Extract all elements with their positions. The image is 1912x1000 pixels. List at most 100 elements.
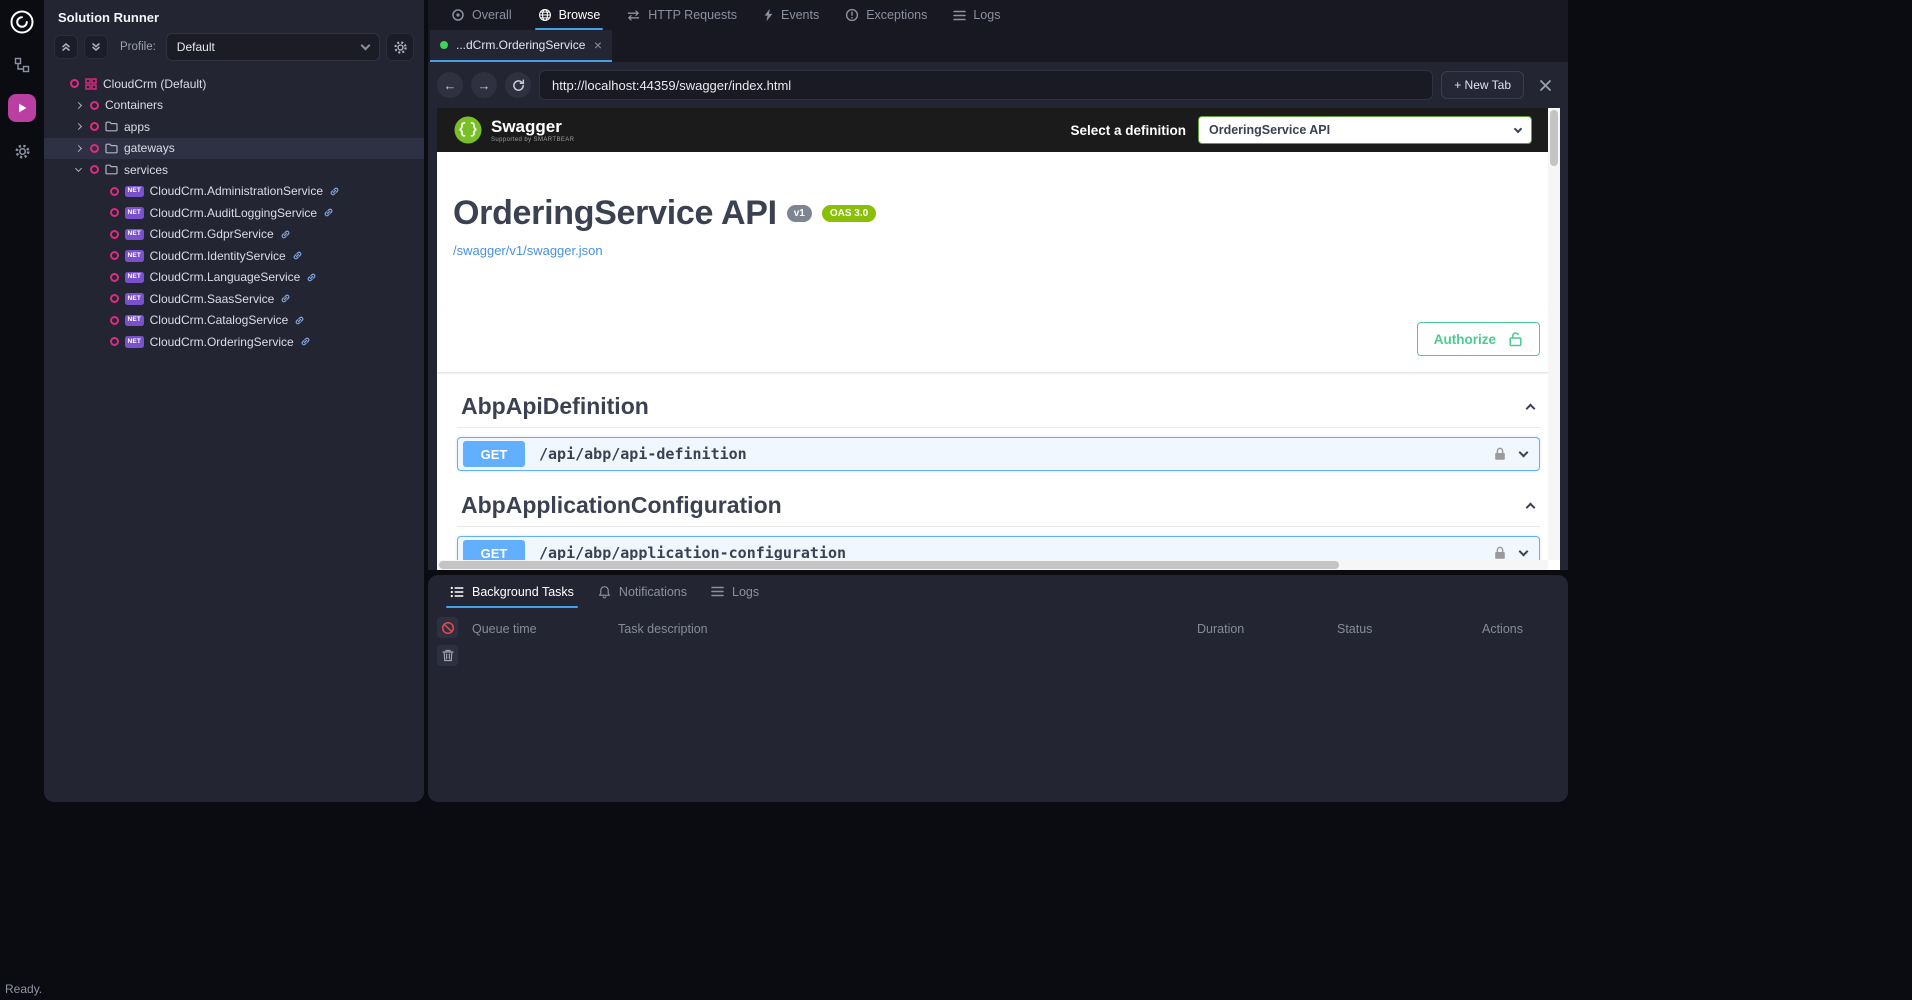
- tree-item-service[interactable]: NET CloudCrm.IdentityService: [44, 245, 424, 267]
- profile-settings-button[interactable]: [386, 33, 414, 61]
- swagger-brand: Swagger Supported by SMARTBEAR: [453, 115, 574, 145]
- select-definition-label: Select a definition: [1070, 123, 1186, 138]
- top-tab-bar: Overall Browse HTTP Requests Events Exce…: [428, 0, 1568, 30]
- settings-button[interactable]: [8, 137, 36, 165]
- chevron-down-icon: [1514, 124, 1522, 132]
- dotnet-badge: NET: [125, 186, 144, 198]
- tree-item-service[interactable]: NET CloudCrm.GdprService: [44, 224, 424, 246]
- tab-logs-bottom[interactable]: Logs: [699, 575, 771, 608]
- section-header-abpapplicationconfiguration[interactable]: AbpApplicationConfiguration: [457, 485, 1540, 527]
- tree-label: CloudCrm.SaasService: [150, 292, 275, 306]
- tree-label: Containers: [105, 98, 163, 112]
- horizontal-scrollbar[interactable]: [437, 560, 1548, 570]
- new-tab-button[interactable]: + New Tab: [1441, 71, 1524, 99]
- tree-item-service[interactable]: NET CloudCrm.OrderingService: [44, 331, 424, 353]
- collapse-chevron-icon[interactable]: [1526, 502, 1536, 512]
- browser-tab-label: ...dCrm.OrderingService: [456, 38, 585, 52]
- expand-chevron-icon[interactable]: [1519, 448, 1529, 458]
- scrollbar-thumb[interactable]: [439, 561, 1339, 569]
- scrollbar-thumb[interactable]: [1550, 110, 1558, 166]
- tree-item-service[interactable]: NET CloudCrm.CatalogService: [44, 310, 424, 332]
- tree-item-service[interactable]: NET CloudCrm.AdministrationService: [44, 181, 424, 203]
- logs-icon: [953, 10, 966, 21]
- exceptions-icon: [845, 8, 859, 22]
- column-duration: Duration: [1197, 622, 1337, 636]
- trash-icon: [442, 649, 454, 662]
- link-icon: [280, 229, 291, 240]
- expand-all-button[interactable]: [84, 35, 108, 59]
- column-queue-time: Queue time: [472, 622, 618, 636]
- solution-runner-button[interactable]: [8, 94, 36, 122]
- tab-label: Exceptions: [866, 8, 927, 22]
- authorize-label: Authorize: [1434, 332, 1496, 347]
- tab-logs[interactable]: Logs: [940, 0, 1013, 30]
- tab-exceptions[interactable]: Exceptions: [832, 0, 940, 30]
- back-button[interactable]: ←: [437, 72, 463, 98]
- section-title: AbpApplicationConfiguration: [461, 492, 782, 519]
- solution-explorer-button[interactable]: [8, 51, 36, 79]
- tree-item-service[interactable]: NET CloudCrm.AuditLoggingService: [44, 202, 424, 224]
- close-tab-icon[interactable]: ×: [594, 37, 602, 53]
- clear-tasks-button[interactable]: [437, 645, 458, 666]
- tab-browse[interactable]: Browse: [525, 0, 614, 30]
- dotnet-badge: NET: [125, 207, 144, 219]
- method-badge: GET: [463, 441, 525, 467]
- tree-item-apps[interactable]: apps: [44, 116, 424, 138]
- link-icon: [323, 207, 334, 218]
- authorize-button[interactable]: Authorize: [1417, 322, 1540, 356]
- abp-logo[interactable]: [8, 8, 36, 36]
- expander-chevron-right-icon[interactable]: [72, 103, 84, 108]
- tab-overall[interactable]: Overall: [438, 0, 525, 30]
- tree-root-cloudcrm[interactable]: CloudCrm (Default): [44, 73, 424, 95]
- browse-globe-icon: [538, 8, 552, 22]
- cancel-tasks-button[interactable]: [437, 617, 458, 638]
- link-icon: [300, 336, 311, 347]
- tab-label: Overall: [472, 8, 512, 22]
- tab-notifications[interactable]: Notifications: [586, 575, 699, 608]
- tree-label: CloudCrm.AuditLoggingService: [150, 206, 317, 220]
- tab-http-requests[interactable]: HTTP Requests: [613, 0, 750, 30]
- spec-json-link[interactable]: /swagger/v1/swagger.json: [453, 243, 603, 258]
- collapse-chevron-icon[interactable]: [1526, 403, 1536, 413]
- tree-label: services: [124, 163, 168, 177]
- url-input[interactable]: [539, 70, 1433, 100]
- dotnet-badge: NET: [125, 293, 144, 305]
- profile-select[interactable]: Default: [166, 33, 380, 61]
- bell-icon: [598, 585, 611, 599]
- browser-tab-orderingservice[interactable]: ...dCrm.OrderingService ×: [430, 30, 612, 62]
- tab-background-tasks[interactable]: Background Tasks: [438, 575, 586, 608]
- expander-chevron-right-icon[interactable]: [72, 124, 84, 129]
- tab-events[interactable]: Events: [750, 0, 832, 30]
- lock-icon[interactable]: [1494, 447, 1506, 461]
- tree-item-containers[interactable]: Containers: [44, 95, 424, 117]
- status-ring-icon: [70, 79, 79, 88]
- lock-icon[interactable]: [1494, 546, 1506, 560]
- tab-label: Events: [781, 8, 819, 22]
- swagger-brand-subtitle: Supported by SMARTBEAR: [491, 137, 574, 143]
- refresh-button[interactable]: [505, 72, 531, 98]
- section-header-abpapidefinition[interactable]: AbpApiDefinition: [457, 386, 1540, 428]
- definition-select[interactable]: OrderingService API: [1198, 116, 1532, 144]
- vertical-scrollbar[interactable]: [1548, 108, 1560, 560]
- tree-item-gateways[interactable]: gateways: [44, 138, 424, 160]
- chevron-down-icon: [361, 41, 371, 51]
- forward-arrow-icon: →: [478, 78, 491, 93]
- dotnet-badge: NET: [125, 315, 144, 327]
- tree-item-service[interactable]: NET CloudCrm.SaasService: [44, 288, 424, 310]
- unlock-icon: [1508, 331, 1523, 347]
- open-external-browser-button[interactable]: [1532, 72, 1558, 98]
- operation-row[interactable]: GET /api/abp/api-definition: [457, 437, 1540, 471]
- section-title: AbpApiDefinition: [461, 393, 649, 420]
- expander-chevron-down-icon[interactable]: [72, 169, 84, 171]
- tree-item-services[interactable]: services: [44, 159, 424, 181]
- status-bar: Ready.: [0, 982, 1912, 1000]
- swagger-sections: AbpApiDefinition GET /api/abp/api-defini…: [437, 386, 1560, 570]
- expander-chevron-right-icon[interactable]: [72, 146, 84, 151]
- forward-button[interactable]: →: [471, 72, 497, 98]
- tab-label: Notifications: [619, 585, 687, 599]
- swagger-logo-icon: [453, 115, 483, 145]
- expand-chevron-icon[interactable]: [1519, 547, 1529, 557]
- tree-item-service[interactable]: NET CloudCrm.LanguageService: [44, 267, 424, 289]
- browser-panel: ← → + New Tab Swagger: [428, 62, 1568, 570]
- collapse-all-button[interactable]: [54, 35, 78, 59]
